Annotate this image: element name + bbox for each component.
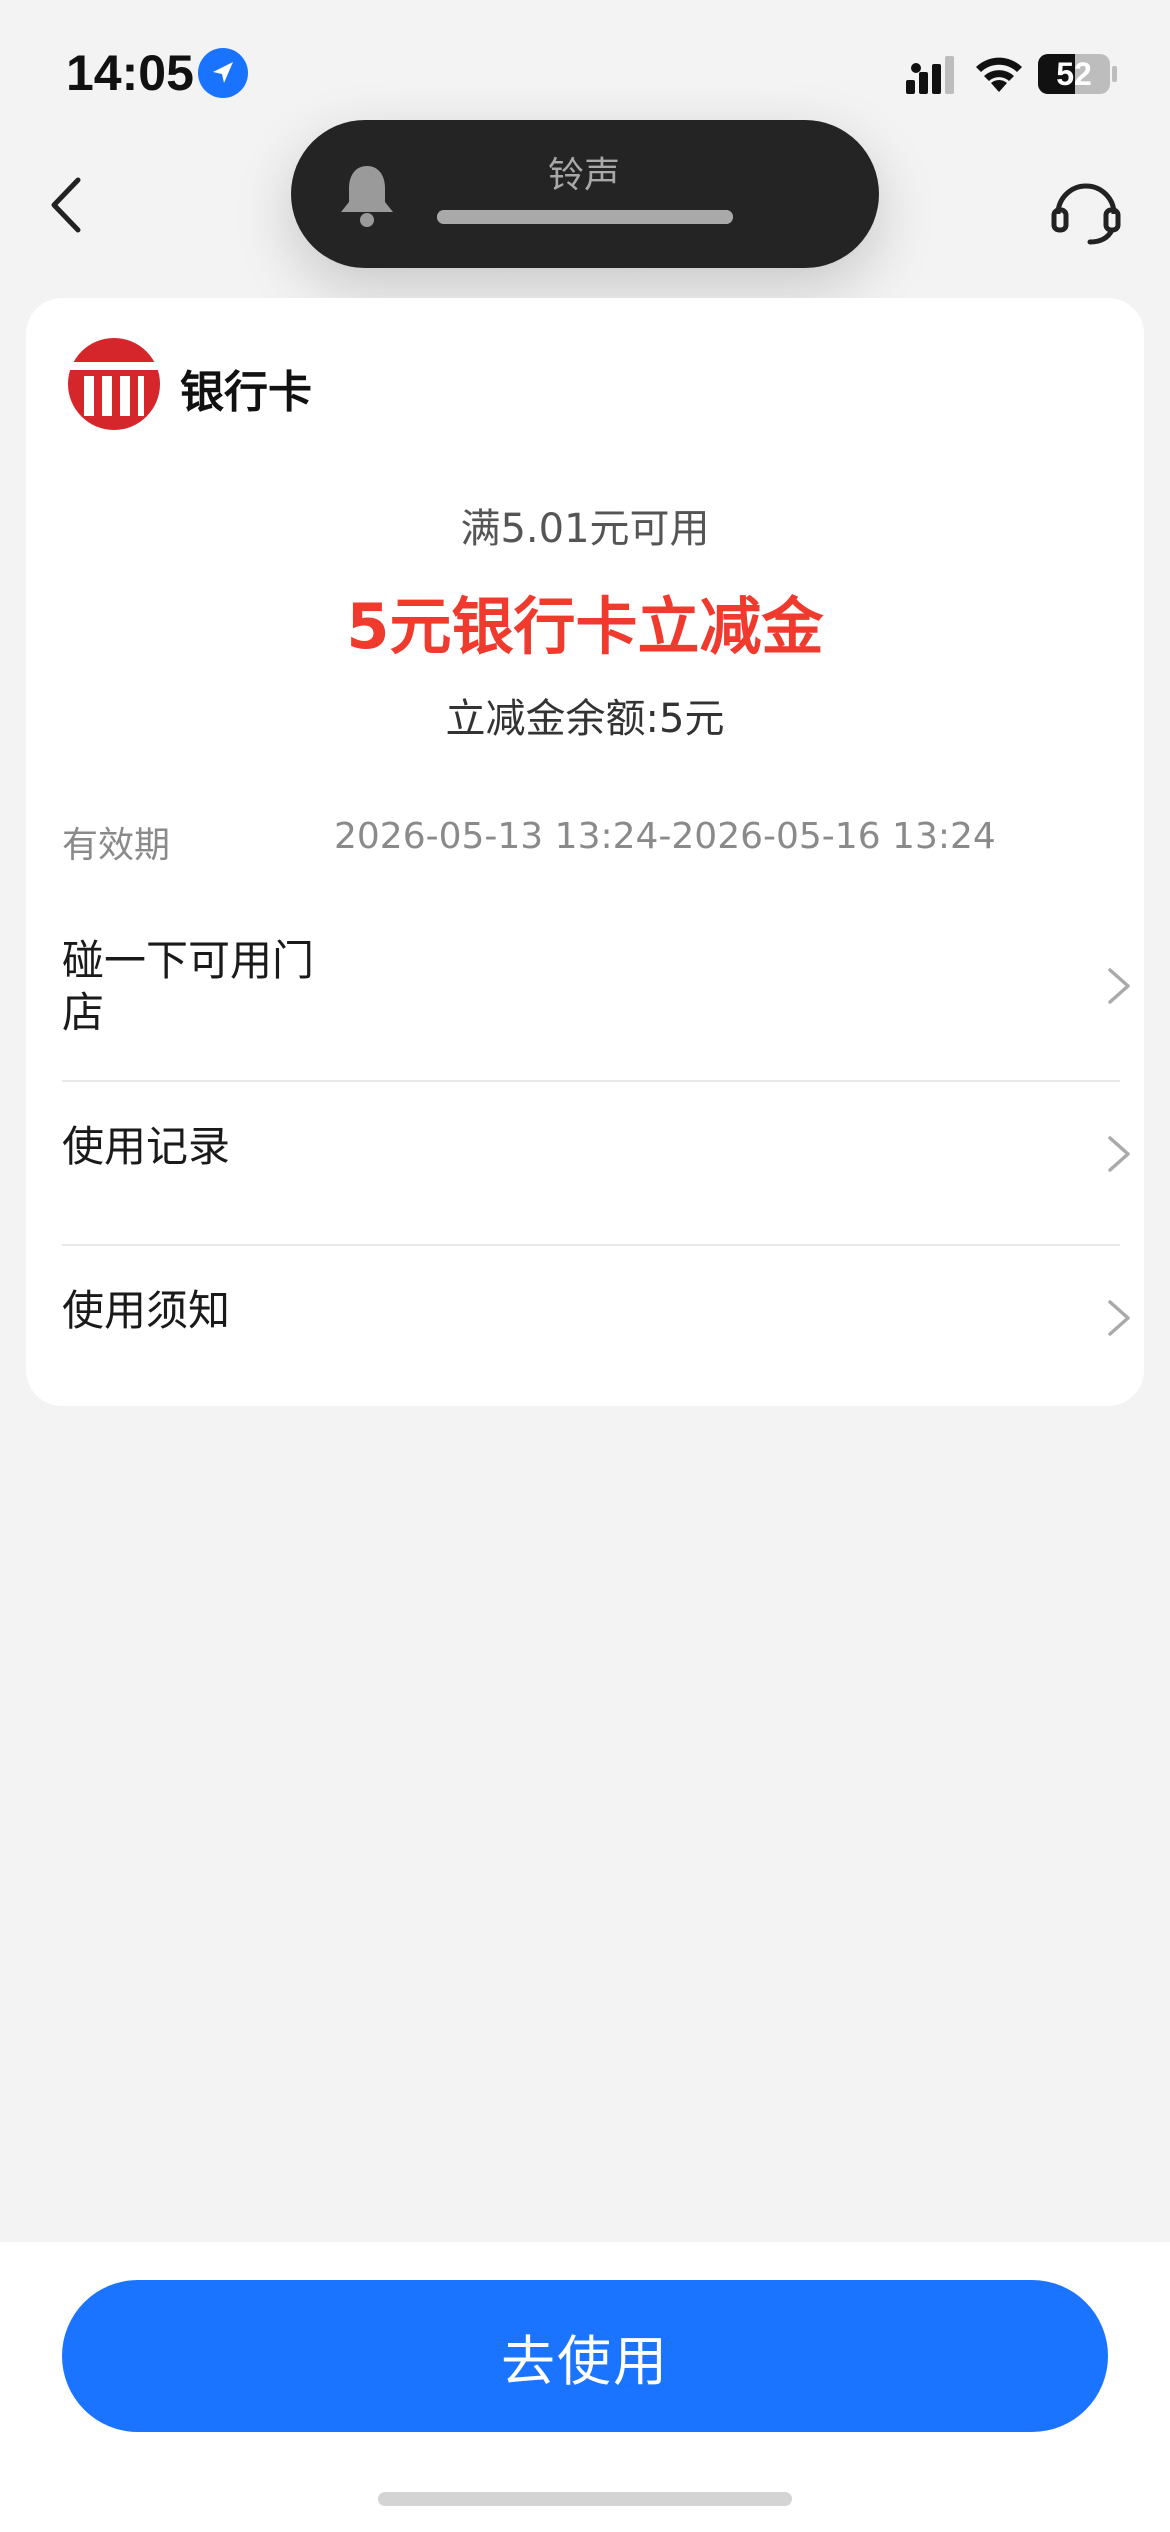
row-label: 使用记录 — [62, 1122, 231, 1171]
chevron-right-icon — [1108, 1300, 1130, 1336]
ringer-volume-fill — [437, 210, 733, 224]
bank-name: 银行卡 — [180, 367, 312, 418]
coupon-card: 银行卡 满5.01元可用 5元银行卡立减金 立减金余额:5元 有效期 2026-… — [26, 298, 1144, 1406]
headset-icon — [1051, 183, 1121, 245]
row-tap-available-stores[interactable]: 碰一下可用门 店 — [62, 934, 1146, 1098]
chevron-right-icon — [1108, 968, 1130, 1004]
balance-value: 5元 — [659, 696, 725, 742]
status-time: 14:05 — [66, 45, 194, 101]
row-divider — [62, 1080, 1120, 1082]
minimum-spend-condition: 满5.01元可用 — [460, 506, 710, 552]
chevron-right-icon — [1108, 1136, 1130, 1172]
coupon-balance: 立减金余额:5元 — [26, 686, 1144, 744]
use-coupon-button[interactable]: 去使用 — [62, 2280, 1108, 2432]
ringer-volume-slider[interactable] — [437, 210, 733, 224]
location-arrow-icon — [198, 48, 248, 98]
balance-label: 立减金余额: — [445, 696, 660, 742]
row-usage-records[interactable]: 使用记录 — [62, 1120, 1146, 1284]
chevron-left-icon — [51, 177, 81, 233]
cellular-signal-icon — [906, 56, 954, 94]
row-label-line2: 店 — [62, 988, 105, 1037]
home-indicator[interactable] — [378, 2492, 792, 2506]
battery-level: 52 — [1056, 55, 1092, 92]
row-label-line1: 碰一下可用门 — [62, 936, 315, 985]
bank-building-icon — [68, 338, 160, 430]
back-button[interactable] — [40, 170, 100, 240]
validity-value: 2026-05-13 13:24-2026-05-16 13:24 — [334, 816, 996, 857]
row-divider — [62, 1244, 1120, 1246]
bell-icon — [341, 166, 393, 227]
ringer-label: 铃声 — [547, 155, 620, 196]
coupon-title: 5元银行卡立减金 — [346, 590, 824, 663]
row-label: 使用须知 — [62, 1286, 231, 1335]
coupon-detail-page: 14:05 52 铃声 银行卡 满5.01元可用 5元银行卡立减金 立减金余额:… — [0, 0, 1170, 2532]
battery-icon: 52 — [1038, 54, 1110, 94]
row-usage-notes[interactable]: 使用须知 — [62, 1284, 1146, 1448]
validity-label: 有效期 — [62, 825, 171, 866]
customer-service-button[interactable] — [1046, 170, 1126, 250]
battery-nub — [1112, 66, 1117, 82]
bottom-action-bar: 去使用 — [0, 2242, 1170, 2532]
wifi-icon — [976, 57, 1022, 92]
ringer-volume-hud: 铃声 — [291, 120, 879, 268]
